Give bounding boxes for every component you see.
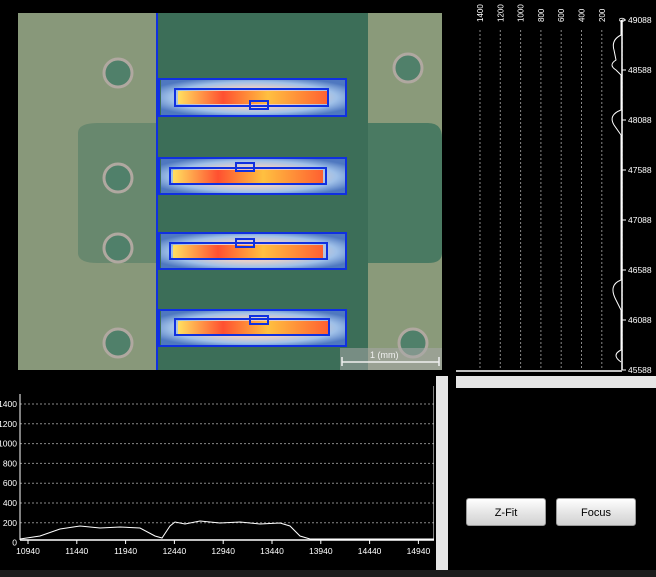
y-tick-label: 47588 (628, 165, 652, 175)
x-tick-label: 14440 (358, 546, 382, 556)
y-tick-label: 800 (3, 458, 17, 468)
y-tick-label: 200 (3, 518, 17, 528)
pad-2 (158, 157, 347, 195)
y-tick-label: 46088 (628, 315, 652, 325)
zfit-button[interactable]: Z-Fit (466, 498, 546, 526)
y-tick-label: 47088 (628, 215, 652, 225)
x-tick-label: 1000 (517, 4, 526, 22)
profile-line (611, 20, 622, 363)
y-tick-label: 400 (3, 498, 17, 508)
y-tick-label: 46588 (628, 265, 652, 275)
pad-3 (158, 232, 347, 270)
x-tick-label: 400 (578, 8, 587, 22)
y-tick-label: 1000 (0, 439, 17, 449)
horizontal-scrollbar[interactable] (456, 376, 656, 388)
x-tick-label: 800 (537, 8, 546, 22)
x-tick-label: 1200 (496, 4, 505, 22)
y-tick-label: 49088 (628, 15, 652, 25)
pad-1 (158, 78, 347, 117)
x-tick-label: 11440 (65, 546, 88, 556)
x-tick-label: 200 (598, 8, 607, 22)
y-tick-label: 1400 (0, 399, 17, 409)
pad-4 (158, 309, 347, 347)
x-tick-label: 10940 (16, 546, 40, 556)
vertical-scrollbar[interactable] (436, 376, 448, 570)
y-tick-label: 1200 (0, 419, 17, 429)
y-tick-label: 600 (3, 478, 17, 488)
scale-label: 1 (mm) (370, 350, 399, 360)
y-tick-label: 45588 (628, 365, 652, 375)
x-tick-label: 14940 (407, 546, 431, 556)
y-tick-label: 48588 (628, 65, 652, 75)
x-tick-label: 1400 (476, 4, 485, 22)
horizontal-profile-chart[interactable]: 1400 1200 1000 800 600 400 200 0 10940 11440 11940… (0, 386, 435, 566)
inspection-image-panel[interactable]: 1 (mm) (18, 13, 442, 370)
x-tick-label: 13940 (309, 546, 333, 556)
x-tick-label: 13440 (260, 546, 284, 556)
x-tick-label: 12940 (211, 546, 235, 556)
inspection-image (18, 13, 442, 370)
status-strip (0, 570, 656, 577)
x-tick-label: 12440 (163, 546, 187, 556)
profile-line (19, 386, 435, 540)
y-tick-label: 48088 (628, 115, 652, 125)
x-tick-label: 11940 (114, 546, 137, 556)
x-tick-label: 600 (557, 8, 566, 22)
vertical-profile-chart[interactable]: 1400120010008006004002000490884858848088… (456, 0, 656, 376)
focus-button[interactable]: Focus (556, 498, 636, 526)
